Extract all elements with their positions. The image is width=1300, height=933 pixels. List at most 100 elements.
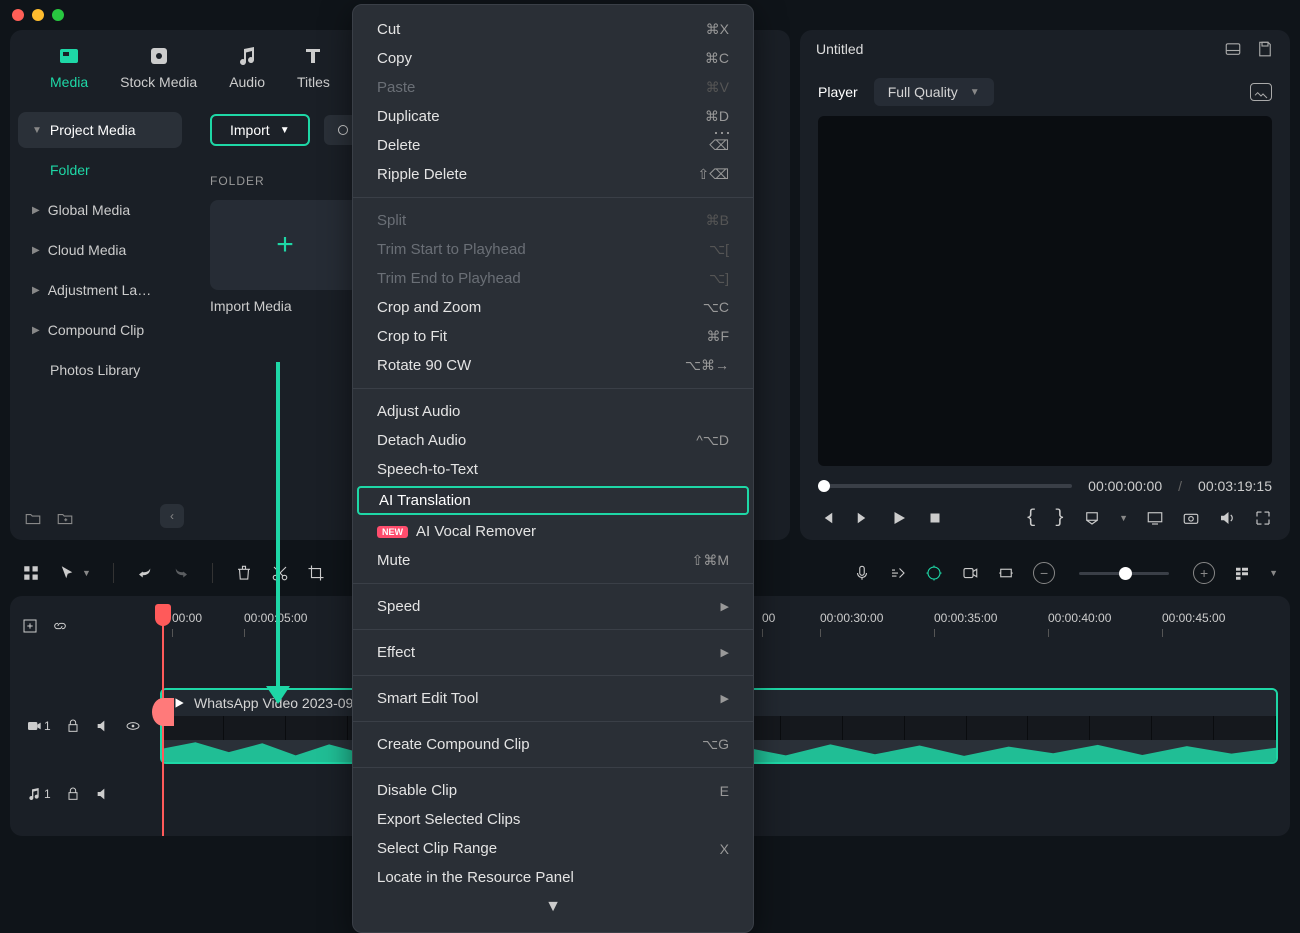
save-icon[interactable] [1256, 40, 1274, 58]
import-button[interactable]: Import ▼ [210, 114, 310, 146]
playhead[interactable] [162, 604, 164, 836]
snapshot-icon[interactable] [1250, 83, 1272, 101]
tab-media[interactable]: Media [50, 44, 88, 90]
playhead-handle[interactable] [152, 698, 174, 726]
quality-dropdown[interactable]: Full Quality ▼ [874, 78, 994, 106]
grid-icon[interactable] [22, 564, 40, 582]
display-icon[interactable] [1146, 509, 1164, 527]
volume-icon[interactable] [1218, 509, 1236, 527]
step-forward-icon[interactable] [854, 509, 872, 527]
mute-icon[interactable] [95, 718, 111, 734]
audio-mix-icon[interactable] [889, 564, 907, 582]
ctx-ai-vocal-remover[interactable]: NEWAI Vocal Remover [353, 517, 753, 546]
ctx-crop-and-zoom[interactable]: Crop and Zoom⌥C [353, 293, 753, 322]
tab-titles[interactable]: Titles [297, 44, 330, 90]
prev-frame-icon[interactable] [818, 509, 836, 527]
video-track-badge: 1 [26, 718, 51, 734]
video-preview[interactable] [818, 116, 1272, 466]
ctx-copy[interactable]: Copy⌘C [353, 44, 753, 73]
ctx-detach-audio[interactable]: Detach Audio^⌥D [353, 426, 753, 455]
lock-icon[interactable] [65, 718, 81, 734]
close-window-button[interactable] [12, 9, 24, 21]
sidebar-adjustment-layer[interactable]: ▶ Adjustment La… [18, 272, 182, 308]
chevron-down-icon[interactable]: ▼ [1269, 568, 1278, 578]
track-add-icon[interactable] [22, 618, 38, 634]
ctx-adjust-audio[interactable]: Adjust Audio [353, 397, 753, 426]
expand-menu-icon[interactable]: ▼ [353, 892, 753, 922]
sidebar-photos-library[interactable]: Photos Library [18, 352, 182, 388]
import-media-tile[interactable]: + [210, 200, 360, 290]
redo-icon[interactable] [172, 564, 190, 582]
zoom-out-button[interactable]: − [1033, 562, 1055, 584]
layout-icon[interactable] [1224, 40, 1242, 58]
ctx-speed[interactable]: Speed▶ [353, 592, 753, 621]
ctx-speech-to-text[interactable]: Speech-to-Text [353, 455, 753, 484]
stop-icon[interactable] [926, 509, 944, 527]
play-icon[interactable] [890, 509, 908, 527]
ctx-item-label: Crop and Zoom [377, 299, 481, 316]
fullscreen-icon[interactable] [1254, 509, 1272, 527]
tab-audio[interactable]: Audio [229, 44, 265, 90]
zoom-slider[interactable] [1079, 572, 1169, 575]
ctx-item-label: Effect [377, 644, 415, 661]
link-icon[interactable] [52, 618, 68, 634]
voiceover-icon[interactable] [853, 564, 871, 582]
visibility-icon[interactable] [125, 718, 141, 734]
playhead-marker[interactable] [155, 604, 171, 626]
ctx-effect[interactable]: Effect▶ [353, 638, 753, 667]
delete-icon[interactable] [235, 564, 253, 582]
maximize-window-button[interactable] [52, 9, 64, 21]
render-icon[interactable] [961, 564, 979, 582]
zoom-knob[interactable] [1119, 567, 1132, 580]
zoom-in-button[interactable]: + [1193, 562, 1215, 584]
mark-out-icon[interactable]: } [1054, 508, 1065, 528]
sidebar-project-media[interactable]: ▼ Project Media [18, 112, 182, 148]
ctx-export-selected-clips[interactable]: Export Selected Clips [353, 805, 753, 834]
track-options-icon[interactable] [1233, 564, 1251, 582]
ctx-select-clip-range[interactable]: Select Clip RangeX [353, 834, 753, 863]
ctx-ai-translation[interactable]: AI Translation [357, 486, 749, 515]
marker-icon[interactable] [1083, 509, 1101, 527]
ctx-create-compound-clip[interactable]: Create Compound Clip⌥G [353, 730, 753, 759]
ctx-locate-in-the-resource-panel[interactable]: Locate in the Resource Panel [353, 863, 753, 892]
ctx-mute[interactable]: Mute⇧⌘M [353, 546, 753, 575]
sidebar-folder[interactable]: Folder [18, 152, 182, 188]
lock-icon[interactable] [65, 786, 81, 802]
tab-stock-media[interactable]: Stock Media [120, 44, 197, 90]
cut-icon[interactable] [271, 564, 289, 582]
chevron-down-icon[interactable]: ▼ [1119, 513, 1128, 523]
ctx-item-label: Duplicate [377, 108, 440, 125]
fit-icon[interactable] [997, 564, 1015, 582]
ctx-item-label: AI Translation [379, 492, 471, 509]
minimize-window-button[interactable] [32, 9, 44, 21]
mark-in-icon[interactable]: { [1025, 508, 1036, 528]
mute-icon[interactable] [95, 786, 111, 802]
ctx-item-label: Ripple Delete [377, 166, 467, 183]
more-icon[interactable]: ⋯ [713, 123, 733, 144]
camera-icon[interactable] [1182, 509, 1200, 527]
marker-add-icon[interactable] [925, 564, 943, 582]
ctx-crop-to-fit[interactable]: Crop to Fit⌘F [353, 322, 753, 351]
sidebar-cloud-media[interactable]: ▶ Cloud Media [18, 232, 182, 268]
ctx-rotate-90-cw[interactable]: Rotate 90 CW⌥⌘→ [353, 351, 753, 380]
undo-icon[interactable] [136, 564, 154, 582]
chevron-down-icon[interactable]: ▼ [82, 568, 91, 578]
ctx-item-label: Rotate 90 CW [377, 357, 471, 374]
ctx-ripple-delete[interactable]: Ripple Delete⇧⌫ [353, 160, 753, 189]
sidebar-compound-clip[interactable]: ▶ Compound Clip [18, 312, 182, 348]
ctx-delete[interactable]: Delete⌫ [353, 131, 753, 160]
ctx-cut[interactable]: Cut⌘X [353, 15, 753, 44]
sidebar-global-media[interactable]: ▶ Global Media [18, 192, 182, 228]
seek-bar[interactable] [818, 484, 1072, 488]
ctx-smart-edit-tool[interactable]: Smart Edit Tool▶ [353, 684, 753, 713]
ruler-tick: 00:00:05:00 [244, 611, 307, 625]
crop-icon[interactable] [307, 564, 325, 582]
pointer-icon[interactable] [58, 564, 76, 582]
ctx-shortcut: ⌘F [706, 328, 729, 345]
new-folder-icon[interactable] [24, 510, 42, 528]
ctx-duplicate[interactable]: Duplicate⌘D [353, 102, 753, 131]
new-bin-icon[interactable] [56, 510, 74, 528]
collapse-sidebar-button[interactable]: ‹ [160, 504, 184, 528]
seek-playhead[interactable] [818, 480, 830, 492]
ctx-disable-clip[interactable]: Disable ClipE [353, 776, 753, 805]
